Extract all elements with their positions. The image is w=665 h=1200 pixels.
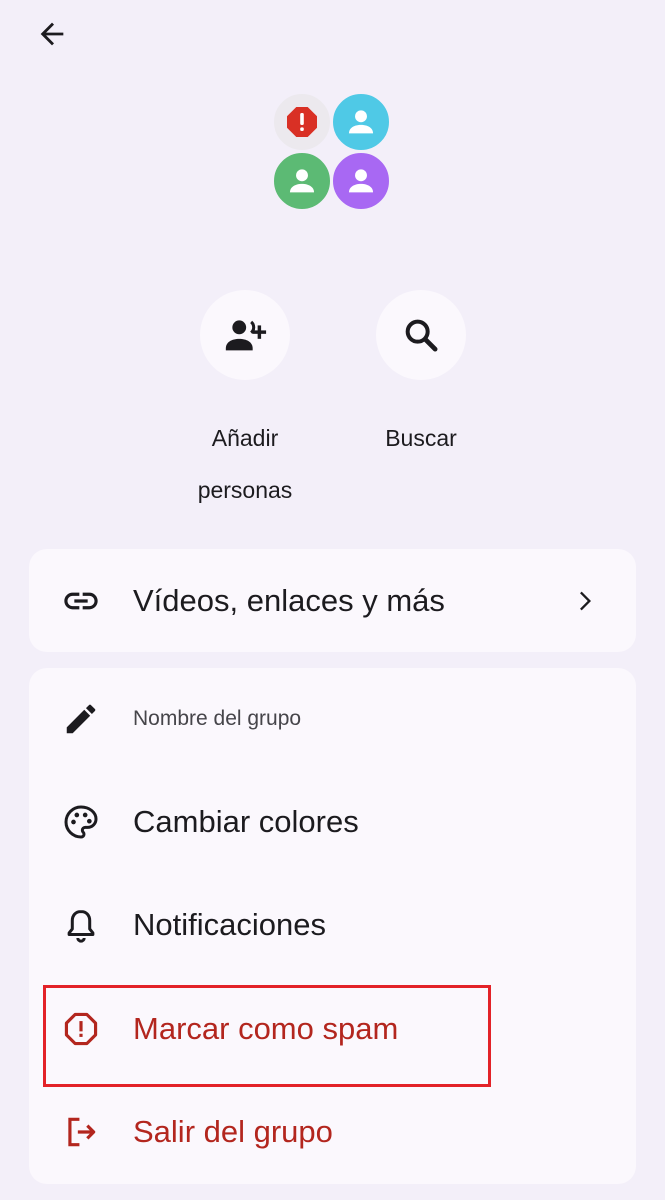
logout-icon	[59, 1110, 103, 1154]
notifications-row[interactable]: Notificaciones	[29, 875, 636, 975]
change-colors-row[interactable]: Cambiar colores	[29, 772, 636, 872]
person-add-icon	[225, 320, 267, 351]
member-avatar	[331, 92, 391, 152]
person-icon	[348, 110, 374, 134]
group-name-label: Nombre del grupo	[133, 707, 302, 730]
mark-spam-label: Marcar como spam	[133, 1011, 399, 1046]
add-people-label-line1: Añadir	[211, 425, 279, 451]
mark-spam-row[interactable]: Marcar como spam	[29, 979, 636, 1079]
change-colors-label: Cambiar colores	[133, 804, 359, 839]
media-links-row[interactable]: Vídeos, enlaces y más	[29, 551, 636, 651]
notifications-label: Notificaciones	[133, 907, 326, 942]
member-avatar	[331, 151, 391, 211]
leave-group-row[interactable]: Salir del grupo	[29, 1082, 636, 1182]
chevron-right-icon	[570, 587, 598, 615]
add-people-label: Añadir personas	[175, 412, 315, 516]
person-icon	[289, 169, 315, 193]
report-icon	[59, 1007, 103, 1051]
spam-warning-avatar	[272, 92, 332, 152]
search-icon	[405, 319, 438, 352]
settings-card: Nombre del grupo Cambiar colores Notific…	[29, 668, 636, 1184]
media-links-label: Vídeos, enlaces y más	[133, 583, 445, 618]
member-avatar	[272, 151, 332, 211]
group-details-screen: Añadir personas Buscar Vídeos, enlaces y…	[0, 0, 665, 1200]
person-icon	[348, 169, 374, 193]
leave-group-label: Salir del grupo	[133, 1114, 333, 1149]
bell-icon	[59, 903, 103, 947]
link-icon	[59, 579, 103, 623]
add-people-label-line2: personas	[197, 477, 293, 503]
back-button[interactable]	[22, 10, 82, 58]
search-action[interactable]: Buscar	[351, 290, 491, 464]
palette-icon	[59, 800, 103, 844]
search-button[interactable]	[376, 290, 466, 380]
add-people-action[interactable]: Añadir personas	[175, 290, 315, 516]
arrow-back-icon	[40, 22, 64, 46]
search-label: Buscar	[385, 425, 457, 451]
group-name-row[interactable]: Nombre del grupo	[29, 669, 636, 769]
error-octagon-icon	[287, 107, 317, 137]
add-people-button[interactable]	[200, 290, 290, 380]
pencil-icon	[59, 697, 103, 741]
group-avatar	[272, 92, 394, 214]
media-card: Vídeos, enlaces y más	[29, 549, 636, 652]
